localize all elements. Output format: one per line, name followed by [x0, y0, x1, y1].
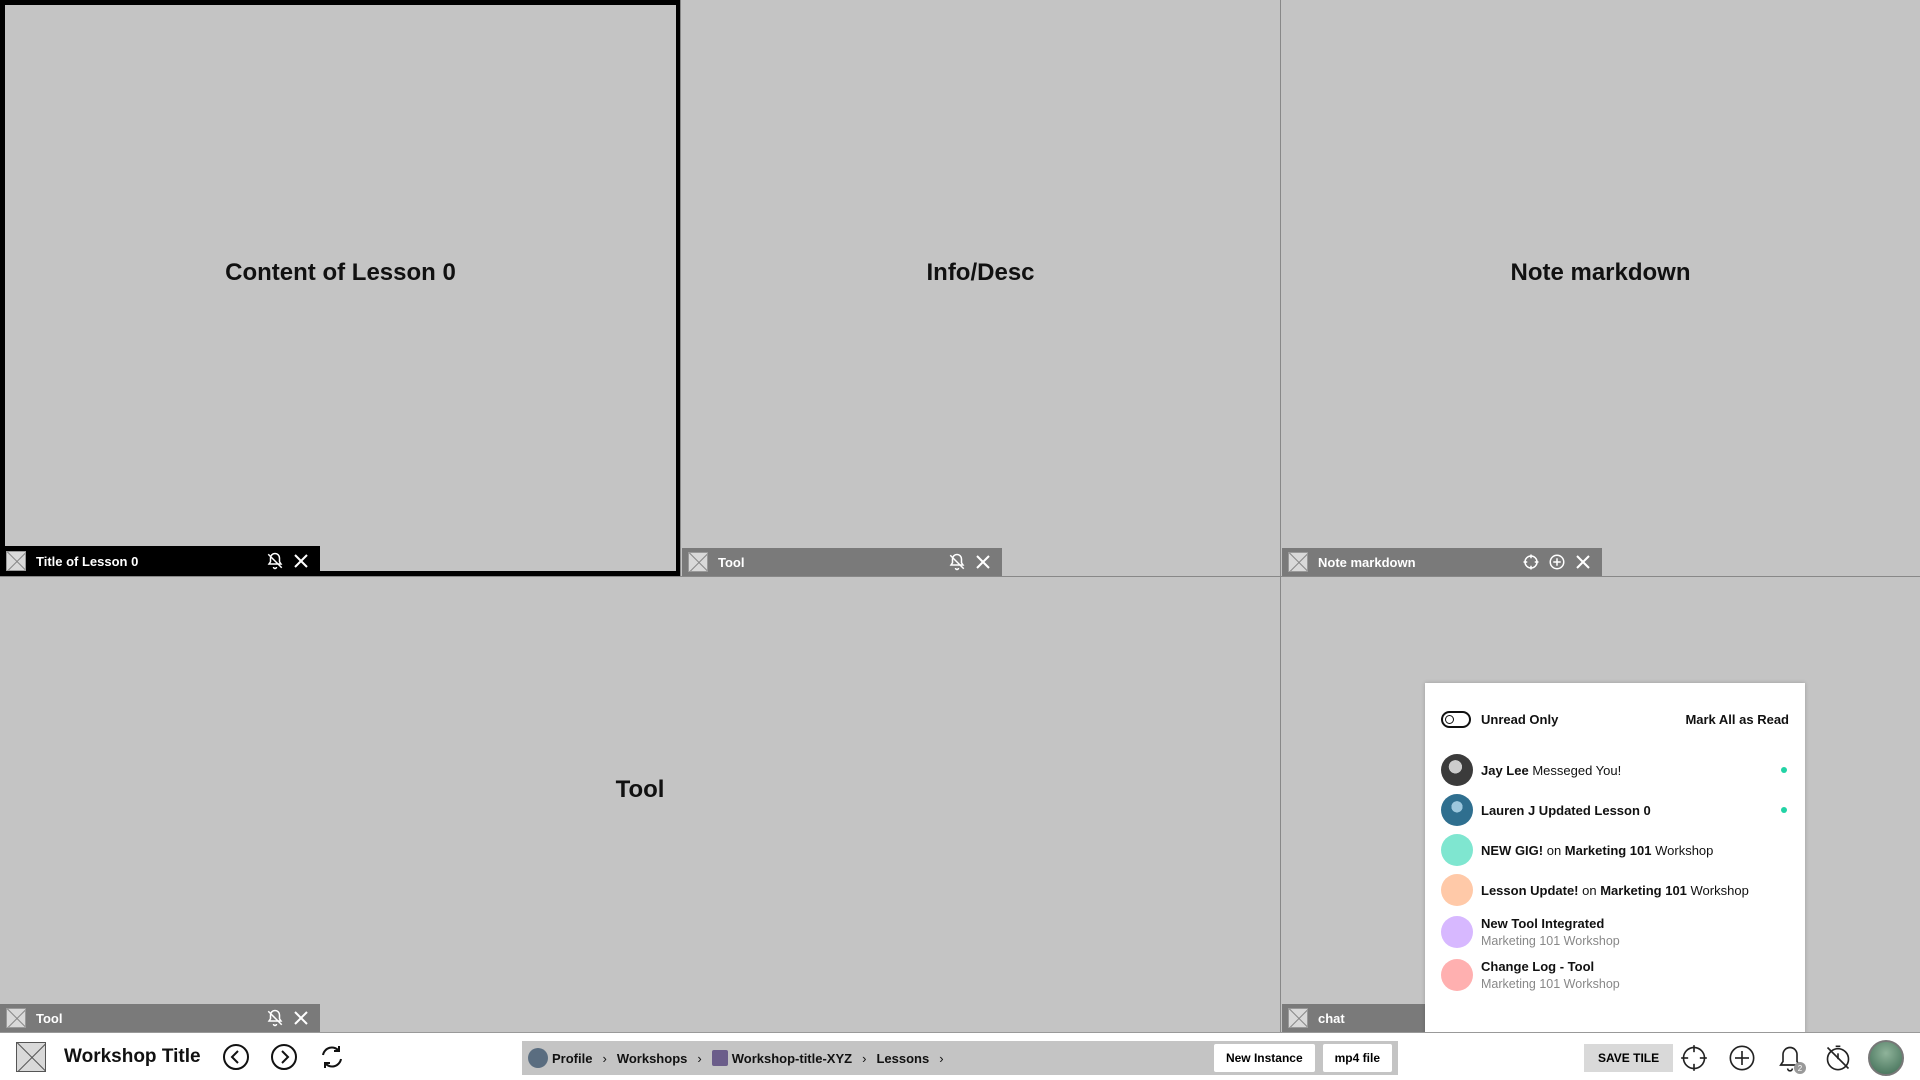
lesson-tile-bar[interactable]: Title of Lesson 0	[0, 546, 320, 576]
tile-title: Title of Lesson 0	[36, 553, 139, 569]
back-button[interactable]	[219, 1040, 253, 1074]
crosshair-icon[interactable]	[1676, 1040, 1712, 1076]
timer-off-icon[interactable]	[1820, 1040, 1856, 1076]
avatar	[1441, 794, 1473, 826]
notification-text: NEW GIG! on Marketing 101 Workshop	[1481, 842, 1714, 858]
add-circle-icon[interactable]	[1544, 549, 1570, 575]
thumbnail-icon	[1288, 552, 1308, 572]
new-instance-button[interactable]: New Instance	[1213, 1044, 1315, 1072]
refresh-button[interactable]	[315, 1040, 349, 1074]
crosshair-icon[interactable]	[1518, 549, 1544, 575]
mark-all-read-button[interactable]: Mark All as Read	[1685, 712, 1789, 727]
bottom-bar: Workshop Title Profile › Workshops › Wor…	[0, 1032, 1920, 1080]
notification-text: Jay Lee Messeged You!	[1481, 762, 1622, 778]
unread-dot	[1781, 767, 1787, 773]
breadcrumb-lessons[interactable]: Lessons	[876, 1051, 929, 1066]
workshop-icon	[711, 1050, 728, 1066]
chevron-right-icon[interactable]: ›	[939, 1051, 943, 1066]
thumbnail-icon	[1288, 1008, 1308, 1028]
chevron-right-icon: ›	[697, 1050, 702, 1066]
mp4-file-button[interactable]: mp4 file	[1322, 1044, 1392, 1072]
breadcrumb-workshops[interactable]: Workshops	[617, 1051, 688, 1066]
avatar	[1441, 958, 1473, 991]
notification-item[interactable]: Jay Lee Messeged You!	[1441, 750, 1789, 790]
save-tile-button[interactable]: SAVE TILE	[1584, 1044, 1674, 1072]
note-tile[interactable]: Note markdown Note markdown	[1280, 0, 1920, 576]
unread-only-label: Unread Only	[1481, 712, 1559, 727]
notification-subtext: Marketing 101 Workshop	[1481, 977, 1620, 991]
notifications-header: Unread Only Mark All as Read	[1441, 711, 1789, 728]
close-icon[interactable]	[970, 549, 996, 575]
bell-off-icon[interactable]	[944, 549, 970, 575]
notification-item[interactable]: Lauren J Updated Lesson 0	[1441, 790, 1789, 830]
avatar	[528, 1048, 548, 1068]
unread-only-toggle[interactable]	[1441, 711, 1471, 728]
user-avatar[interactable]	[1868, 1040, 1904, 1076]
bell-off-icon[interactable]	[262, 1005, 288, 1031]
notification-subtext: Marketing 101 Workshop	[1481, 934, 1620, 948]
add-circle-icon[interactable]	[1724, 1040, 1760, 1076]
breadcrumb-actions: New Instance mp4 file	[1206, 1044, 1392, 1072]
tile-title: Note markdown	[1318, 554, 1416, 570]
workshop-title: Workshop Title	[64, 1045, 201, 1067]
unread-dot	[1781, 807, 1787, 813]
avatar	[1441, 754, 1473, 786]
notification-text: Lauren J Updated Lesson 0	[1481, 802, 1651, 818]
tool-tile[interactable]: Tool Tool	[0, 576, 1280, 1032]
notification-text: Change Log - Tool Marketing 101 Workshop	[1481, 957, 1789, 992]
notifications-panel: Unread Only Mark All as Read Jay Lee Mes…	[1425, 683, 1805, 1040]
notification-item[interactable]: New Tool Integrated Marketing 101 Worksh…	[1441, 910, 1789, 953]
note-tile-bar[interactable]: Note markdown	[1282, 548, 1602, 576]
notification-item[interactable]: Lesson Update! on Marketing 101 Workshop	[1441, 870, 1789, 910]
notification-badge: 2	[1794, 1062, 1806, 1074]
chevron-right-icon: ›	[602, 1050, 607, 1066]
bell-off-icon[interactable]	[262, 548, 288, 574]
bell-icon[interactable]: 2	[1772, 1040, 1808, 1076]
thumbnail-icon	[6, 1008, 26, 1028]
notification-text: Lesson Update! on Marketing 101 Workshop	[1481, 882, 1749, 898]
forward-button[interactable]	[267, 1040, 301, 1074]
notification-item[interactable]: Change Log - Tool Marketing 101 Workshop	[1441, 953, 1789, 996]
close-icon[interactable]	[288, 1005, 314, 1031]
toolbar-icons: 2	[1676, 1040, 1904, 1076]
info-content: Info/Desc	[926, 259, 1035, 286]
breadcrumb-workshop[interactable]: Workshop-title-XYZ	[711, 1050, 852, 1066]
tool-tile-bar[interactable]: Tool	[0, 1004, 320, 1032]
chevron-right-icon: ›	[862, 1050, 867, 1066]
close-icon[interactable]	[288, 548, 314, 574]
avatar	[1441, 915, 1473, 948]
thumbnail-icon	[6, 551, 26, 571]
thumbnail-icon	[688, 552, 708, 572]
breadcrumb-profile[interactable]: Profile	[528, 1048, 592, 1068]
breadcrumb: Profile › Workshops › Workshop-title-XYZ…	[522, 1041, 1398, 1075]
close-icon[interactable]	[1570, 549, 1596, 575]
note-content: Note markdown	[1510, 259, 1691, 286]
tool-content: Tool	[615, 775, 665, 803]
notification-text: New Tool Integrated Marketing 101 Worksh…	[1481, 914, 1789, 949]
info-tile-bar[interactable]: Tool	[682, 548, 1002, 576]
tile-title: Tool	[36, 1010, 63, 1026]
notification-item[interactable]: NEW GIG! on Marketing 101 Workshop	[1441, 830, 1789, 870]
lesson-content: Content of Lesson 0	[225, 259, 456, 286]
avatar	[1441, 834, 1473, 866]
info-tile[interactable]: Info/Desc Tool	[680, 0, 1280, 576]
tile-title: Tool	[718, 554, 745, 570]
avatar	[1441, 874, 1473, 906]
lesson-tile[interactable]: Content of Lesson 0 Title of Lesson 0	[0, 0, 680, 576]
workshop-logo-icon[interactable]	[16, 1041, 46, 1072]
